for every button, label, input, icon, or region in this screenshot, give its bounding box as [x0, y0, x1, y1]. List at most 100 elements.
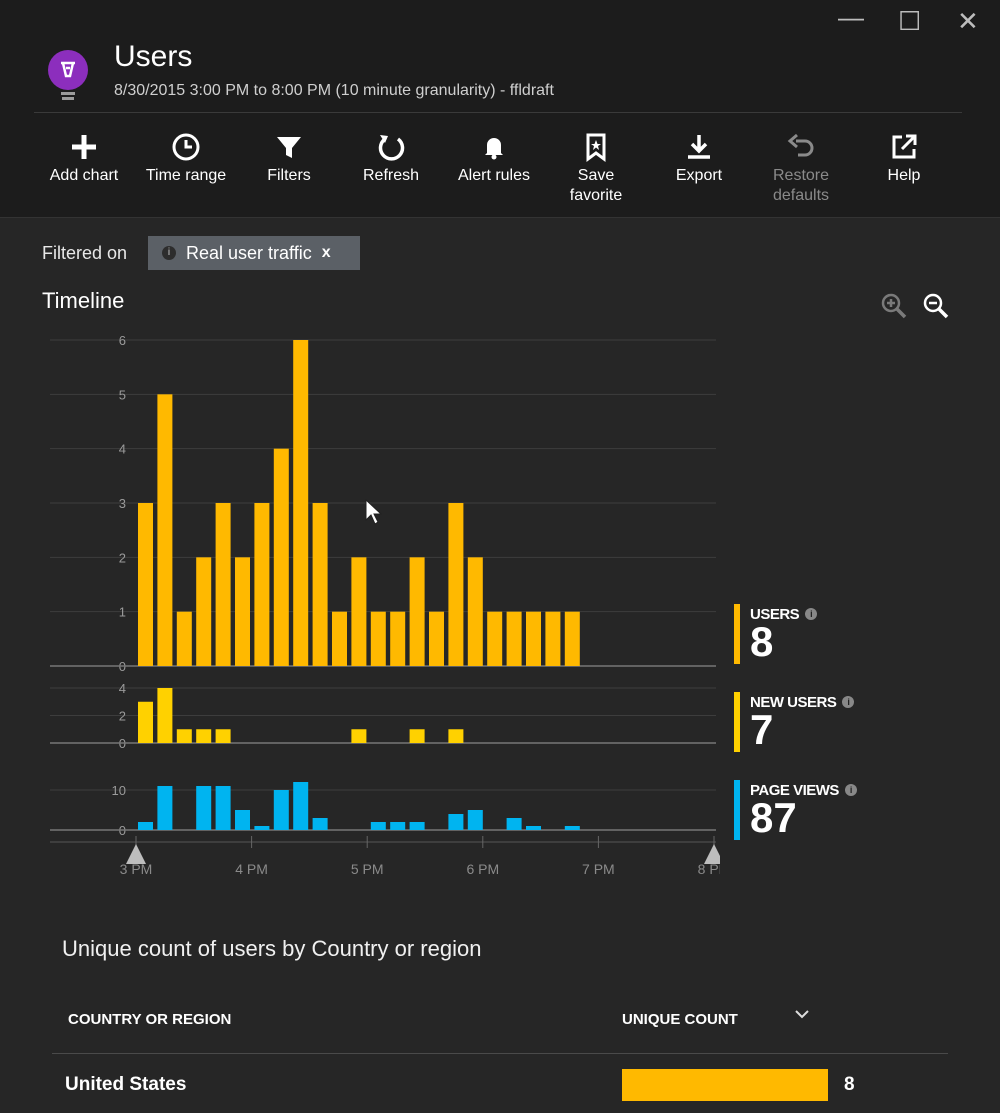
- add-chart-button[interactable]: Add chart: [34, 126, 134, 186]
- users-bar: [351, 557, 367, 666]
- refresh-icon: [378, 135, 405, 161]
- users-bar: [332, 611, 347, 666]
- time-range-label: Time range: [145, 167, 227, 184]
- new-users-bar: [409, 729, 425, 743]
- maximize-icon[interactable]: ☐: [898, 6, 921, 37]
- users-bar: [312, 503, 328, 666]
- users-bar: [506, 611, 522, 666]
- page-views-y-tick-label: 10: [112, 783, 126, 798]
- page-views-metric-value: 87: [750, 794, 797, 841]
- column-header-country[interactable]: COUNTRY OR REGION: [68, 1011, 231, 1028]
- restore-label-line1: Restore: [772, 167, 830, 184]
- x-tick-label: 5 PM: [351, 861, 384, 877]
- page-views-bar: [564, 826, 580, 830]
- users-bar: [235, 557, 250, 666]
- lightbulb-icon: [48, 50, 88, 100]
- page-views-bar: [526, 826, 541, 830]
- count-cell: 8: [844, 1074, 855, 1095]
- filters-label: Filters: [267, 167, 311, 184]
- mouse-cursor-icon: [365, 498, 383, 525]
- users-bar: [409, 557, 425, 666]
- new-users-bar: [157, 688, 173, 743]
- range-end-handle[interactable]: [704, 844, 720, 864]
- page-views-bar: [312, 818, 328, 830]
- users-color-bar: [734, 604, 740, 664]
- restore-defaults-button[interactable]: Restore defaults: [751, 126, 851, 206]
- page-views-color-bar: [734, 780, 740, 840]
- users-bar: [176, 611, 192, 666]
- new-users-metric-value: 7: [750, 706, 774, 753]
- toolbar: Add chart Time range Filters Refresh Ale…: [34, 126, 964, 216]
- country-section-title: Unique count of users by Country or regi…: [62, 936, 482, 961]
- export-button[interactable]: Export: [649, 126, 749, 186]
- zoom-out-icon[interactable]: [922, 292, 950, 320]
- new-users-bar: [448, 729, 464, 743]
- minimize-icon[interactable]: —: [838, 2, 864, 33]
- page-views-bar: [215, 786, 231, 830]
- users-y-tick-label: 6: [119, 333, 126, 348]
- alert-rules-label: Alert rules: [457, 167, 531, 184]
- filters-button[interactable]: Filters: [239, 126, 339, 186]
- help-button[interactable]: Help: [854, 126, 954, 186]
- users-bar: [157, 394, 173, 666]
- new-users-color-bar: [734, 692, 740, 752]
- users-bar: [526, 611, 541, 666]
- save-favorite-button[interactable]: Save favorite: [546, 126, 646, 206]
- refresh-button[interactable]: Refresh: [341, 126, 441, 186]
- restore-label-line2: defaults: [772, 187, 830, 204]
- users-y-tick-label: 2: [119, 550, 126, 565]
- help-label: Help: [887, 167, 921, 184]
- page-views-bar: [196, 786, 212, 830]
- x-tick-label: 4 PM: [235, 861, 268, 877]
- page-views-bar: [273, 790, 289, 830]
- undo-icon: [787, 133, 814, 157]
- page-subtitle: 8/30/2015 3:00 PM to 8:00 PM (10 minute …: [114, 82, 554, 99]
- new-users-bar: [176, 729, 192, 743]
- users-bar: [215, 503, 231, 666]
- page-views-bar: [370, 822, 386, 830]
- users-bar: [564, 611, 580, 666]
- external-link-icon: [892, 134, 917, 159]
- users-bar: [273, 448, 289, 666]
- users-metric-value: 8: [750, 618, 774, 665]
- alert-rules-button[interactable]: Alert rules: [444, 126, 544, 186]
- save-label-line1: Save: [577, 167, 615, 184]
- info-icon[interactable]: i: [842, 696, 855, 708]
- refresh-label: Refresh: [362, 167, 420, 184]
- table-divider: [52, 1053, 948, 1054]
- timeline-chart[interactable]: 01234560240103 PM4 PM5 PM6 PM7 PM8 PM: [0, 320, 720, 900]
- x-tick-label: 6 PM: [466, 861, 499, 877]
- plus-icon: [72, 135, 96, 159]
- new-users-y-tick-label: 2: [119, 709, 126, 724]
- save-label-line2: favorite: [569, 187, 623, 204]
- page-views-bar: [138, 822, 153, 830]
- info-icon[interactable]: i: [805, 608, 818, 620]
- range-start-handle[interactable]: [126, 844, 146, 864]
- filter-pill-text: Real user traffic: [186, 242, 312, 263]
- page-title: Users: [114, 40, 193, 73]
- users-bar: [429, 611, 444, 666]
- users-bar: [448, 503, 464, 666]
- column-header-unique-count[interactable]: UNIQUE COUNT: [622, 1011, 738, 1028]
- filter-pill[interactable]: i Real user traffic x: [148, 236, 360, 270]
- users-bar: [467, 557, 483, 666]
- time-range-button[interactable]: Time range: [136, 126, 236, 186]
- info-icon[interactable]: i: [844, 784, 857, 796]
- divider: [34, 112, 962, 113]
- remove-filter-icon[interactable]: x: [322, 244, 331, 262]
- page-views-bar: [467, 810, 483, 830]
- chevron-down-icon[interactable]: [792, 1006, 812, 1022]
- zoom-in-icon[interactable]: [880, 292, 908, 320]
- users-bar: [196, 557, 212, 666]
- table-row[interactable]: United States 8: [52, 1060, 948, 1110]
- page-views-bar: [293, 782, 309, 830]
- close-icon[interactable]: ✕: [957, 6, 979, 37]
- users-bar: [390, 611, 406, 666]
- clock-icon: [172, 133, 200, 161]
- count-bar: [622, 1069, 828, 1101]
- users-bar: [545, 611, 561, 666]
- users-y-tick-label: 4: [119, 442, 126, 457]
- info-icon: i: [162, 246, 176, 260]
- new-users-y-tick-label: 4: [119, 681, 126, 696]
- funnel-icon: [277, 137, 301, 158]
